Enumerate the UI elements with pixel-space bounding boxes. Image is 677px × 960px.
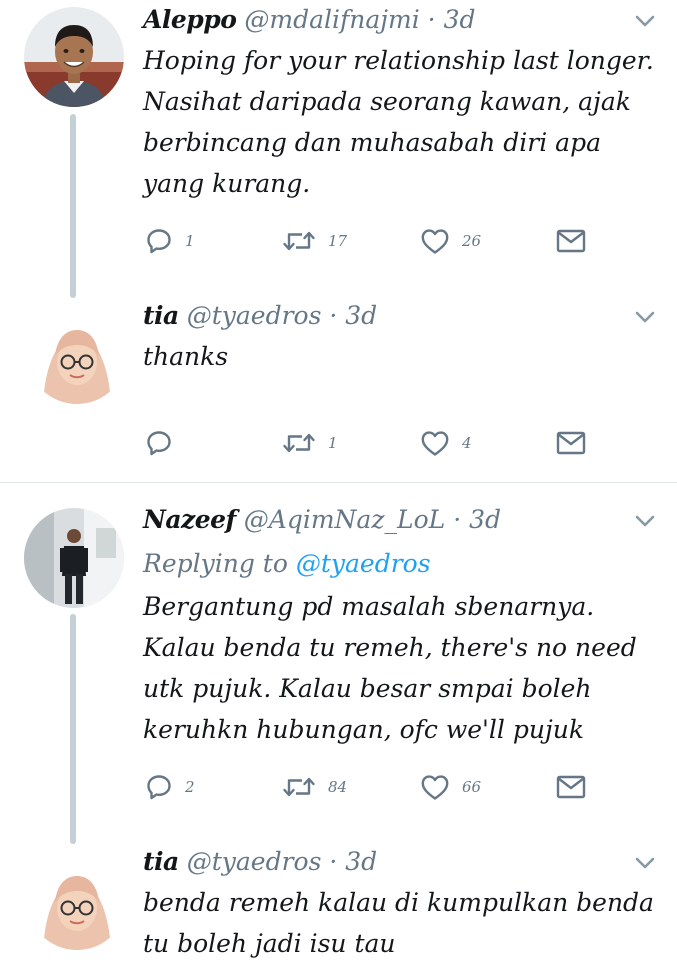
chevron-down-icon[interactable] bbox=[635, 14, 655, 28]
reply-icon bbox=[145, 429, 173, 457]
replying-to-link[interactable]: @tyaedros bbox=[296, 549, 431, 578]
chevron-down-icon[interactable] bbox=[635, 514, 655, 528]
thread-line bbox=[70, 114, 76, 298]
tweet-nazeef[interactable]: Nazeef @AqimNaz_LoL · 3d Replying to @ty… bbox=[0, 500, 677, 845]
username[interactable]: @tyaedros bbox=[187, 301, 322, 330]
reply-button[interactable] bbox=[145, 426, 185, 460]
chevron-down-icon[interactable] bbox=[635, 310, 655, 324]
retweet-button[interactable]: 17 bbox=[282, 224, 347, 258]
avatar[interactable] bbox=[27, 304, 127, 404]
avatar[interactable] bbox=[27, 850, 127, 950]
avatar-cartoon-icon bbox=[27, 304, 127, 404]
tweet-header: Nazeef @AqimNaz_LoL · 3d bbox=[143, 500, 501, 540]
tweet-tia-reply[interactable]: tia @tyaedros · 3d benda remeh kalau di … bbox=[0, 842, 677, 960]
separator: · bbox=[329, 847, 338, 876]
reply-button[interactable]: 1 bbox=[145, 224, 195, 258]
retweet-icon bbox=[282, 227, 316, 255]
like-button[interactable]: 66 bbox=[420, 770, 481, 804]
tweet-text: Hoping for your relationship last longer… bbox=[143, 46, 654, 198]
avatar-photo-icon bbox=[24, 508, 124, 608]
reply-count: 2 bbox=[185, 778, 195, 796]
tweet-actions: 1 4 bbox=[145, 426, 595, 460]
replying-to: Replying to @tyaedros bbox=[143, 544, 431, 584]
display-name[interactable]: tia bbox=[143, 301, 179, 330]
tweet-tia-thanks[interactable]: tia @tyaedros · 3d thanks 1 4 bbox=[0, 296, 677, 482]
reply-icon bbox=[145, 773, 173, 801]
tweet-actions: 2 84 66 bbox=[145, 770, 595, 804]
envelope-icon bbox=[556, 430, 586, 456]
chevron-down-icon[interactable] bbox=[635, 856, 655, 870]
avatar[interactable] bbox=[24, 7, 124, 107]
username[interactable]: @tyaedros bbox=[187, 847, 322, 876]
display-name[interactable]: tia bbox=[143, 847, 179, 876]
like-button[interactable]: 4 bbox=[420, 426, 472, 460]
reply-icon bbox=[145, 227, 173, 255]
retweet-count: 1 bbox=[328, 434, 338, 452]
timestamp[interactable]: 3d bbox=[345, 301, 377, 330]
replying-to-label: Replying to bbox=[143, 549, 288, 578]
retweet-button[interactable]: 84 bbox=[282, 770, 347, 804]
tweet-text: benda remeh kalau di kumpulkan benda tu … bbox=[143, 888, 654, 958]
tweet-header: tia @tyaedros · 3d bbox=[143, 842, 377, 882]
tweet-actions: 1 17 26 bbox=[145, 224, 595, 258]
timestamp[interactable]: 3d bbox=[345, 847, 377, 876]
retweet-count: 17 bbox=[328, 232, 348, 250]
reply-count: 1 bbox=[185, 232, 195, 250]
divider bbox=[0, 482, 677, 483]
heart-icon bbox=[420, 227, 450, 255]
retweet-icon bbox=[282, 429, 316, 457]
tweet-text: thanks bbox=[143, 342, 229, 371]
reply-button[interactable]: 2 bbox=[145, 770, 195, 804]
envelope-icon bbox=[556, 774, 586, 800]
heart-icon bbox=[420, 429, 450, 457]
avatar-photo-icon bbox=[24, 7, 124, 107]
direct-message-button[interactable] bbox=[556, 770, 586, 804]
tweet-aleppo[interactable]: Aleppo @mdalifnajmi · 3d Hoping for your… bbox=[0, 0, 677, 300]
tweet-text: Bergantung pd masalah sbenarnya. Kalau b… bbox=[143, 592, 637, 744]
tweet-header: Aleppo @mdalifnajmi · 3d bbox=[143, 0, 476, 40]
username[interactable]: @AqimNaz_LoL bbox=[244, 505, 445, 534]
display-name[interactable]: Nazeef bbox=[143, 505, 236, 534]
like-count: 66 bbox=[462, 778, 482, 796]
separator: · bbox=[453, 505, 462, 534]
envelope-icon bbox=[556, 228, 586, 254]
heart-icon bbox=[420, 773, 450, 801]
separator: · bbox=[329, 301, 338, 330]
username[interactable]: @mdalifnajmi bbox=[244, 5, 419, 34]
timestamp[interactable]: 3d bbox=[444, 5, 476, 34]
tweet-header: tia @tyaedros · 3d bbox=[143, 296, 377, 336]
direct-message-button[interactable] bbox=[556, 426, 586, 460]
thread-line bbox=[70, 614, 76, 844]
avatar-cartoon-icon bbox=[27, 850, 127, 950]
like-count: 26 bbox=[462, 232, 482, 250]
direct-message-button[interactable] bbox=[556, 224, 586, 258]
separator: · bbox=[427, 5, 436, 34]
retweet-icon bbox=[282, 773, 316, 801]
retweet-count: 84 bbox=[328, 778, 348, 796]
timestamp[interactable]: 3d bbox=[469, 505, 501, 534]
like-button[interactable]: 26 bbox=[420, 224, 481, 258]
display-name[interactable]: Aleppo bbox=[143, 5, 237, 34]
retweet-button[interactable]: 1 bbox=[282, 426, 338, 460]
like-count: 4 bbox=[462, 434, 472, 452]
avatar[interactable] bbox=[24, 508, 124, 608]
